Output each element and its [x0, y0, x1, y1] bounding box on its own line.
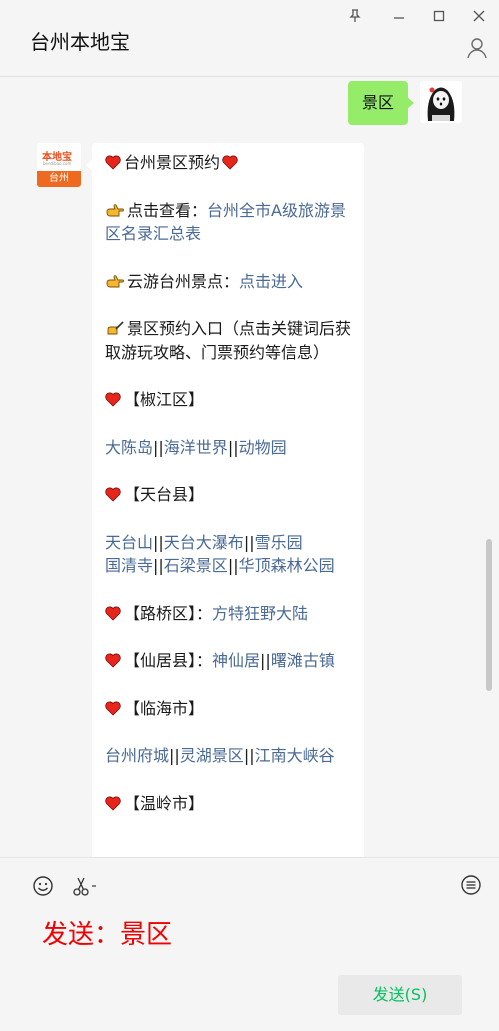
ghost-avatar-icon: [420, 81, 462, 123]
pin-icon[interactable]: [345, 6, 365, 26]
link-separator: ||: [169, 746, 180, 765]
outgoing-message-text: 景区: [361, 93, 394, 112]
district-wenling-heading: 【温岭市】: [105, 792, 357, 816]
link-separator: ||: [243, 532, 255, 552]
link-separator: ||: [227, 556, 239, 575]
heart-icon: [105, 606, 121, 621]
link-separator: ||: [153, 532, 164, 552]
link-separator: ||: [153, 556, 164, 575]
outgoing-message-bubble: 景区: [347, 81, 415, 125]
reservation-intro-line: 景区预约入口（点击关键词后获取游玩攻略、门票预约等信息）: [105, 317, 357, 364]
writing-hand-icon: [107, 321, 124, 335]
pointing-hand-icon: [106, 274, 124, 287]
district-xianju-line: 【仙居县】：神仙居||曙滩古镇: [105, 649, 357, 673]
input-area: 发送：景区 发送(S): [0, 857, 499, 1031]
scenic-link[interactable]: 神仙居: [212, 651, 260, 670]
district-name: 【仙居县】：: [124, 651, 213, 670]
send-button[interactable]: 发送(S): [338, 975, 462, 1015]
pointing-hand-icon: [106, 203, 124, 216]
scenic-link[interactable]: 灵湖景区: [180, 746, 244, 765]
avatar-city-label: 台州: [37, 171, 81, 187]
scenic-link[interactable]: 海洋世界: [164, 438, 228, 457]
reservation-intro-text: 景区预约入口（点击关键词后获取游玩攻略、门票预约等信息）: [105, 319, 352, 362]
message-input[interactable]: 发送：景区: [42, 914, 172, 951]
district-name: 【临海市】: [124, 698, 205, 718]
bot-message-content: 台州景区预约 点击查看：台州全市A级旅游景区名录汇总表 云游台州景点：点击进入 …: [105, 151, 357, 839]
heart-icon: [105, 653, 121, 668]
scenic-link[interactable]: 石梁景区: [164, 556, 228, 575]
heart-icon: [105, 155, 121, 170]
district-name: 【天台县】: [124, 485, 205, 504]
avatar-sub-text: bendibao.com: [43, 161, 72, 166]
chat-area[interactable]: 景区 本地宝 bendibao.com 台州 台州景区预约 点击查看：台州全市A…: [0, 77, 499, 857]
district-linhai-heading: 【临海市】: [105, 697, 357, 721]
scenic-link[interactable]: 方特狂野大陆: [212, 604, 308, 623]
scenic-link[interactable]: 江南大峡谷: [255, 746, 335, 765]
cloud-tour-link[interactable]: 点击进入: [239, 272, 303, 291]
scenic-link[interactable]: 台州府城: [105, 746, 169, 765]
link-separator: ||: [153, 437, 164, 457]
chat-history-icon[interactable]: [460, 874, 482, 896]
minimize-icon[interactable]: [389, 6, 409, 26]
district-name: 【椒江区】: [124, 390, 205, 409]
district-luqiao-line: 【路桥区】：方特狂野大陆: [105, 602, 357, 626]
user-avatar[interactable]: [420, 81, 462, 123]
close-icon[interactable]: [469, 6, 489, 26]
chat-title: 台州本地宝: [30, 30, 130, 54]
linhai-links-line: 台州府城||灵湖景区||江南大峡谷: [105, 744, 357, 768]
district-name: 【路桥区】：: [124, 603, 213, 623]
message-title-line: 台州景区预约: [105, 151, 357, 175]
emoji-icon[interactable]: [32, 875, 54, 897]
scenic-link[interactable]: 曙滩古镇: [271, 651, 335, 670]
cloud-prefix: 云游台州景点：: [127, 271, 240, 291]
profile-icon[interactable]: [465, 36, 489, 60]
district-jiaojiang-heading: 【椒江区】: [105, 388, 357, 412]
title-bar: 台州本地宝: [0, 0, 499, 77]
avatar-logo-top: 本地宝 bendibao.com: [37, 143, 81, 171]
scenic-link[interactable]: 动物园: [239, 438, 287, 457]
heart-icon: [105, 796, 121, 811]
heart-icon: [105, 487, 121, 502]
scenic-link[interactable]: 国清寺: [105, 556, 153, 575]
view-prefix: 点击查看：: [127, 200, 208, 220]
maximize-icon[interactable]: [429, 6, 449, 26]
chat-scrollbar[interactable]: [486, 539, 492, 691]
jiaojiang-links-line: 大陈岛||海洋世界||动物园: [105, 436, 357, 460]
cloud-tour-line: 云游台州景点：点击进入: [105, 270, 357, 294]
view-list-line: 点击查看：台州全市A级旅游景区名录汇总表: [105, 199, 357, 246]
heart-icon: [105, 701, 121, 716]
link-separator: ||: [243, 746, 255, 765]
bot-avatar[interactable]: 本地宝 bendibao.com 台州: [37, 143, 81, 187]
heart-icon: [105, 392, 121, 407]
bot-message-bubble: 台州景区预约 点击查看：台州全市A级旅游景区名录汇总表 云游台州景点：点击进入 …: [86, 143, 364, 857]
link-separator: ||: [227, 437, 239, 457]
scenic-link[interactable]: 雪乐园: [255, 533, 303, 552]
district-tiantai-heading: 【天台县】: [105, 483, 357, 507]
heart-icon: [222, 155, 238, 170]
scenic-link[interactable]: 天台山: [105, 533, 153, 552]
scenic-link[interactable]: 天台大瀑布: [164, 533, 244, 552]
tiantai-links-line: 天台山||天台大瀑布||雪乐园 国清寺||石梁景区||华顶森林公园: [105, 531, 357, 578]
scenic-link[interactable]: 华顶森林公园: [239, 556, 335, 575]
link-separator: ||: [260, 651, 271, 670]
message-title: 台州景区预约: [124, 153, 221, 172]
scissors-icon[interactable]: [72, 875, 98, 897]
district-name: 【温岭市】: [124, 793, 205, 813]
scenic-link[interactable]: 大陈岛: [105, 438, 153, 457]
